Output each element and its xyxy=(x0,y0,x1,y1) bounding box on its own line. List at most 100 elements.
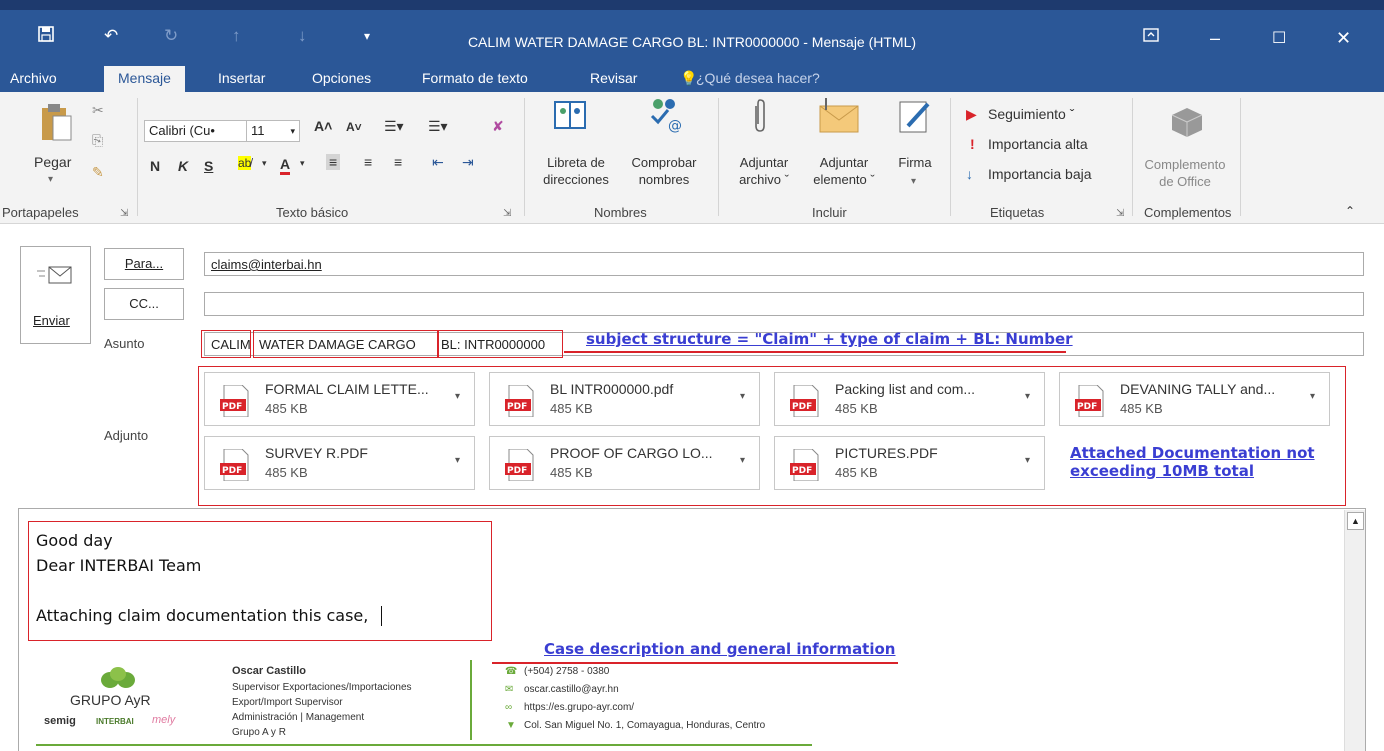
italic-button[interactable]: K xyxy=(178,158,188,174)
paste-dropdown-icon[interactable]: ▾ xyxy=(48,174,53,185)
company-logo xyxy=(98,666,138,695)
increase-indent-icon[interactable]: ⇥ xyxy=(462,154,474,171)
cc-field[interactable] xyxy=(204,292,1364,316)
numbering-icon[interactable]: ☰▾ xyxy=(428,118,448,135)
align-left-icon[interactable]: ≡ xyxy=(326,154,341,170)
signature-dropdown-icon[interactable]: ▾ xyxy=(911,176,916,187)
underline-button[interactable]: S xyxy=(204,158,213,174)
check-names-button[interactable]: Comprobar nombres xyxy=(620,154,708,188)
check-names-icon[interactable]: @ xyxy=(646,96,684,137)
to-button[interactable]: Para... xyxy=(104,248,184,280)
attach-item-button[interactable]: Adjuntar elemento ˇ xyxy=(804,154,884,188)
attachment-menu-icon[interactable]: ▾ xyxy=(455,391,460,402)
highlight-subject-type xyxy=(253,330,439,358)
minimize-icon[interactable]: – xyxy=(1210,28,1220,49)
attachment-menu-icon[interactable]: ▾ xyxy=(1025,391,1030,402)
attach-file-button[interactable]: Adjuntar archivo ˇ xyxy=(726,154,802,188)
sig-email[interactable]: oscar.castillo@ayr.hn xyxy=(524,684,619,695)
attachment-item[interactable]: PDF FORMAL CLAIM LETTE... 485 KB ▾ xyxy=(204,372,475,426)
attachment-item[interactable]: PDF SURVEY R.PDF 485 KB ▾ xyxy=(204,436,475,490)
signature-icon[interactable] xyxy=(898,98,932,137)
sig-web[interactable]: https://es.grupo-ayr.com/ xyxy=(524,702,634,713)
followup-button[interactable]: Seguimiento ˇ xyxy=(988,106,1074,122)
highlight-subject-claim xyxy=(201,330,251,358)
attachment-menu-icon[interactable]: ▾ xyxy=(1025,455,1030,466)
tags-launcher-icon[interactable]: ⇲ xyxy=(1116,208,1124,219)
cc-button[interactable]: CC... xyxy=(104,288,184,320)
email-icon: ✉ xyxy=(505,684,514,695)
grow-font-icon[interactable]: A˄ xyxy=(314,118,332,134)
cut-icon[interactable]: ✂ xyxy=(92,102,104,119)
scroll-up-icon[interactable]: ▲ xyxy=(1347,512,1364,530)
group-basic-text: Texto básico xyxy=(276,205,349,220)
align-center-icon[interactable]: ≡ xyxy=(364,154,372,170)
decrease-indent-icon[interactable]: ⇤ xyxy=(432,154,444,171)
high-importance-icon[interactable]: ! xyxy=(970,136,975,152)
font-color-icon[interactable]: A xyxy=(280,156,291,175)
office-addin-icon[interactable] xyxy=(1170,106,1204,141)
attachment-item[interactable]: PDF Packing list and com... 485 KB ▾ xyxy=(774,372,1045,426)
bullets-icon[interactable]: ☰▾ xyxy=(384,118,404,135)
attachment-item[interactable]: PDF DEVANING TALLY and... 485 KB ▾ xyxy=(1059,372,1330,426)
pdf-icon: PDF xyxy=(790,449,819,481)
lightbulb-icon[interactable]: 💡 xyxy=(680,70,697,87)
signature-button[interactable]: Firma xyxy=(892,154,938,171)
attachment-menu-icon[interactable]: ▾ xyxy=(740,455,745,466)
attachment-item[interactable]: PDF PICTURES.PDF 485 KB ▾ xyxy=(774,436,1045,490)
tell-me-search[interactable]: ¿Qué desea hacer? xyxy=(696,70,820,86)
to-field[interactable]: claims@interbai.hn xyxy=(204,252,1364,276)
tab-mensaje[interactable]: Mensaje xyxy=(104,66,185,92)
close-icon[interactable]: ✕ xyxy=(1336,28,1351,49)
paperclip-icon[interactable] xyxy=(752,98,768,137)
subject-label: Asunto xyxy=(104,336,145,351)
collapse-ribbon-icon[interactable]: ⌃ xyxy=(1345,204,1355,218)
group-include: Incluir xyxy=(812,205,847,220)
attachment-menu-icon[interactable]: ▾ xyxy=(740,391,745,402)
font-name-select[interactable]: Calibri (Cu• xyxy=(144,120,248,142)
group-tags: Etiquetas xyxy=(990,205,1045,220)
tab-archivo[interactable]: Archivo xyxy=(10,70,57,86)
scrollbar[interactable]: ▲ xyxy=(1344,510,1365,751)
address-book-button[interactable]: Libreta de direcciones xyxy=(538,154,614,188)
low-importance-icon[interactable]: ↓ xyxy=(966,166,973,182)
align-right-icon[interactable]: ≡ xyxy=(394,154,402,170)
copy-icon[interactable]: ⎘ xyxy=(92,132,103,149)
format-painter-icon[interactable]: ✎ xyxy=(92,164,104,181)
attachment-item[interactable]: PDF BL INTR000000.pdf 485 KB ▾ xyxy=(489,372,760,426)
attachment-item[interactable]: PDF PROOF OF CARGO LO... 485 KB ▾ xyxy=(489,436,760,490)
link-icon: ∞ xyxy=(505,702,513,713)
attachments-label: Adjunto xyxy=(104,428,149,443)
office-addin-button[interactable]: Complemento de Office xyxy=(1136,156,1234,190)
annotation-attached-docs: Attached Documentation not exceeding 10MB… xyxy=(1070,444,1315,480)
paste-button[interactable]: Pegar xyxy=(34,154,71,170)
highlight-icon[interactable]: ab̸ xyxy=(238,156,252,170)
tab-revisar[interactable]: Revisar xyxy=(590,70,637,86)
paste-icon[interactable] xyxy=(40,102,74,145)
high-importance-button[interactable]: Importancia alta xyxy=(988,136,1088,152)
location-icon: ▼ xyxy=(506,720,516,731)
clear-formatting-icon[interactable]: ✘ xyxy=(492,118,504,135)
flag-icon[interactable]: ▶ xyxy=(966,106,977,123)
maximize-icon[interactable]: ☐ xyxy=(1272,28,1286,48)
tab-insertar[interactable]: Insertar xyxy=(218,70,265,86)
shrink-font-icon[interactable]: A˅ xyxy=(346,120,362,134)
attachment-menu-icon[interactable]: ▾ xyxy=(1310,391,1315,402)
tab-formato-texto[interactable]: Formato de texto xyxy=(422,70,528,86)
clipboard-launcher-icon[interactable]: ⇲ xyxy=(120,208,128,219)
attachment-menu-icon[interactable]: ▾ xyxy=(455,455,460,466)
address-book-icon[interactable] xyxy=(553,98,587,135)
ribbon-display-icon[interactable] xyxy=(1143,28,1159,45)
font-color-dropdown-icon[interactable]: ▾ xyxy=(300,158,305,169)
basic-text-launcher-icon[interactable]: ⇲ xyxy=(503,208,511,219)
highlight-dropdown-icon[interactable]: ▾ xyxy=(262,158,267,169)
pdf-icon: PDF xyxy=(790,385,819,417)
company-name: GRUPO AyR xyxy=(70,692,151,708)
pdf-icon: PDF xyxy=(220,449,249,481)
attach-item-icon[interactable] xyxy=(818,96,862,137)
font-size-select[interactable]: 11 ▾ xyxy=(246,120,300,142)
low-importance-button[interactable]: Importancia baja xyxy=(988,166,1092,182)
pdf-icon: PDF xyxy=(1075,385,1104,417)
bold-button[interactable]: N xyxy=(150,158,160,174)
send-button[interactable]: Enviar xyxy=(20,246,91,344)
tab-opciones[interactable]: Opciones xyxy=(312,70,371,86)
